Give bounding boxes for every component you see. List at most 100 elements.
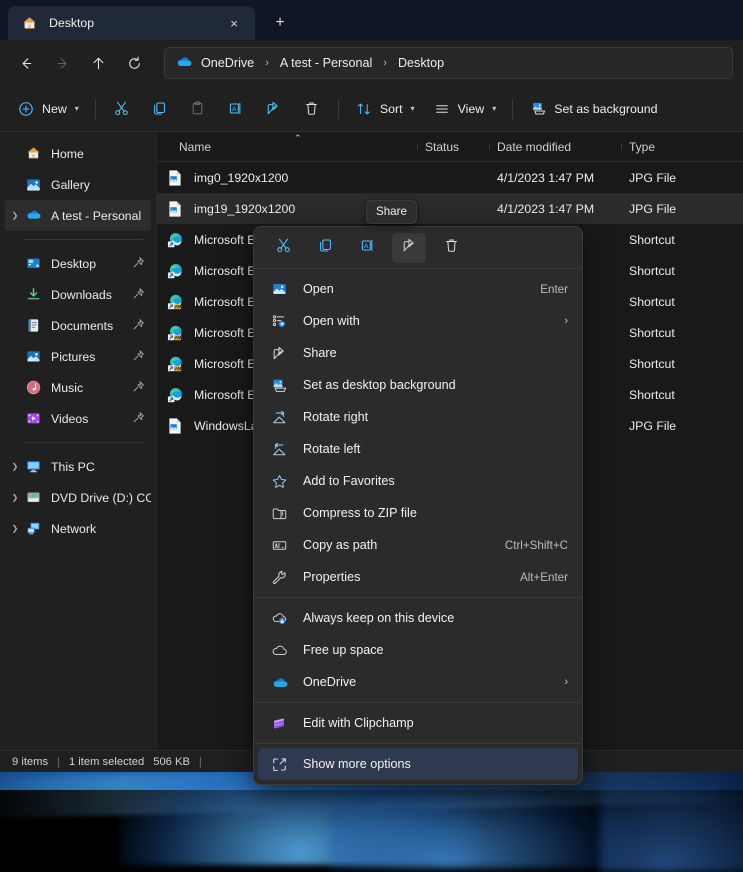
view-button[interactable]: View ▾ — [424, 93, 506, 125]
set-as-background-button[interactable]: Set as background — [520, 93, 666, 125]
tab-desktop[interactable]: Desktop × — [8, 6, 255, 40]
file-name-label: img0_1920x1200 — [194, 171, 288, 185]
status-divider: | — [57, 756, 60, 768]
svg-text:AM: AM — [175, 335, 182, 340]
share-button[interactable] — [392, 233, 426, 263]
new-button[interactable]: New ▾ — [8, 93, 88, 125]
menu-item-rotate-right[interactable]: Rotate right — [258, 401, 578, 433]
menu-item-show-more-options[interactable]: Show more options — [258, 748, 578, 780]
edge-dev-shortcut-icon: AM — [167, 324, 184, 342]
sidebar-item-home[interactable]: Home — [5, 138, 151, 169]
rotate-right-icon — [270, 408, 289, 427]
sidebar-item-gallery[interactable]: Gallery — [5, 169, 151, 200]
sidebar-item-downloads[interactable]: Downloads — [5, 279, 151, 310]
sidebar-item-this-pc[interactable]: ❯ This PC — [5, 451, 151, 482]
column-header-name[interactable]: Name — [157, 140, 417, 154]
cut-button[interactable] — [266, 233, 300, 263]
svg-text:AM: AM — [175, 304, 182, 309]
delete-icon — [303, 100, 321, 118]
rename-icon: A — [359, 237, 376, 259]
sidebar-item-videos[interactable]: Videos — [5, 403, 151, 434]
chevron-right-icon[interactable]: ❯ — [5, 524, 25, 533]
file-name-label: WindowsLa — [194, 419, 258, 433]
sidebar-item-label: Documents — [51, 319, 132, 333]
sidebar-item-documents[interactable]: Documents — [5, 310, 151, 341]
menu-item-accelerator: Enter — [540, 283, 568, 296]
share-button[interactable] — [255, 93, 293, 125]
menu-separator — [255, 743, 581, 744]
menu-item-open-with[interactable]: Open with › — [258, 305, 578, 337]
menu-item-rotate-left[interactable]: Rotate left — [258, 433, 578, 465]
menu-item-onedrive[interactable]: OneDrive › — [258, 666, 578, 698]
delete-button[interactable] — [293, 93, 331, 125]
delete-button[interactable] — [434, 233, 468, 263]
new-tab-button[interactable]: + — [265, 9, 295, 37]
column-header-date-modified[interactable]: Date modified — [489, 140, 621, 154]
jpg-file-icon — [167, 169, 184, 187]
breadcrumb-item-1[interactable]: A test - Personal — [280, 56, 372, 70]
set-background-icon — [529, 100, 547, 118]
column-header-type[interactable]: Type — [621, 140, 711, 154]
cut-button[interactable] — [103, 93, 141, 125]
table-row[interactable]: img19_1920x1200 4/1/2023 1:47 PM JPG Fil… — [157, 193, 743, 224]
chevron-down-icon: ▾ — [411, 104, 415, 113]
menu-item-always-keep-on-this-device[interactable]: Always keep on this device — [258, 602, 578, 634]
menu-separator — [255, 597, 581, 598]
rename-button[interactable]: A — [217, 93, 255, 125]
paste-button[interactable] — [179, 93, 217, 125]
menu-item-label: Compress to ZIP file — [303, 506, 568, 520]
menu-item-label: Add to Favorites — [303, 474, 568, 488]
back-button[interactable] — [10, 47, 43, 79]
breadcrumb[interactable]: OneDrive › A test - Personal › Desktop — [164, 47, 733, 79]
menu-item-properties[interactable]: Properties Alt+Enter — [258, 561, 578, 593]
menu-item-free-up-space[interactable]: Free up space — [258, 634, 578, 666]
menu-item-set-as-desktop-background[interactable]: Set as desktop background — [258, 369, 578, 401]
column-header-status[interactable]: Status — [417, 140, 489, 154]
rename-button[interactable]: A — [350, 233, 384, 263]
refresh-button[interactable] — [118, 47, 151, 79]
sort-button-label: Sort — [380, 102, 403, 116]
sort-button[interactable]: Sort ▾ — [346, 93, 424, 125]
menu-item-label: Open — [303, 282, 528, 296]
menu-item-copy-as-path[interactable]: Copy as path Ctrl+Shift+C — [258, 529, 578, 561]
menu-item-label: Edit with Clipchamp — [303, 716, 568, 730]
show-more-icon — [270, 755, 289, 774]
up-button[interactable] — [82, 47, 115, 79]
sidebar-item-pictures[interactable]: Pictures — [5, 341, 151, 372]
address-bar-row: OneDrive › A test - Personal › Desktop — [0, 40, 743, 86]
sidebar-item-a-test-personal[interactable]: ❯ A test - Personal — [5, 200, 151, 231]
chevron-right-icon[interactable]: ❯ — [5, 211, 25, 220]
menu-item-open[interactable]: Open Enter — [258, 273, 578, 305]
plus-circle-icon — [17, 100, 35, 118]
chevron-right-icon[interactable]: ❯ — [5, 462, 25, 471]
table-row[interactable]: img0_1920x1200 4/1/2023 1:47 PM JPG File — [157, 162, 743, 193]
arrow-up-icon — [90, 55, 107, 72]
sidebar-item-music[interactable]: Music — [5, 372, 151, 403]
menu-item-compress-to-zip[interactable]: Compress to ZIP file — [258, 497, 578, 529]
chevron-right-icon[interactable]: ❯ — [5, 493, 25, 502]
menu-item-add-to-favorites[interactable]: Add to Favorites — [258, 465, 578, 497]
view-button-label: View — [458, 102, 485, 116]
menu-item-edit-with-clipchamp[interactable]: Edit with Clipchamp — [258, 707, 578, 739]
menu-item-label: Always keep on this device — [303, 611, 568, 625]
sidebar-item-network[interactable]: ❯ Network — [5, 513, 151, 544]
zip-icon — [270, 504, 289, 523]
copy-button[interactable] — [141, 93, 179, 125]
copy-button[interactable] — [308, 233, 342, 263]
file-type-cell: Shortcut — [621, 264, 711, 278]
breadcrumb-item-0[interactable]: OneDrive — [201, 56, 254, 70]
breadcrumb-item-2[interactable]: Desktop — [398, 56, 444, 70]
navigation-pane: Home Gallery ❯ — [0, 132, 157, 750]
menu-item-share[interactable]: Share — [258, 337, 578, 369]
copy-icon — [151, 100, 169, 118]
menu-separator — [255, 702, 581, 703]
breadcrumb-separator: › — [265, 57, 269, 69]
close-icon[interactable]: × — [221, 11, 247, 35]
sidebar-item-dvd-drive[interactable]: ❯ DVD Drive (D:) CCC — [5, 482, 151, 513]
file-name-label: Microsoft E — [194, 388, 256, 402]
forward-button[interactable] — [46, 47, 79, 79]
file-type-cell: Shortcut — [621, 233, 711, 247]
sidebar-item-desktop[interactable]: Desktop — [5, 248, 151, 279]
set-as-background-label: Set as background — [554, 102, 657, 116]
share-tooltip: Share — [366, 200, 417, 224]
